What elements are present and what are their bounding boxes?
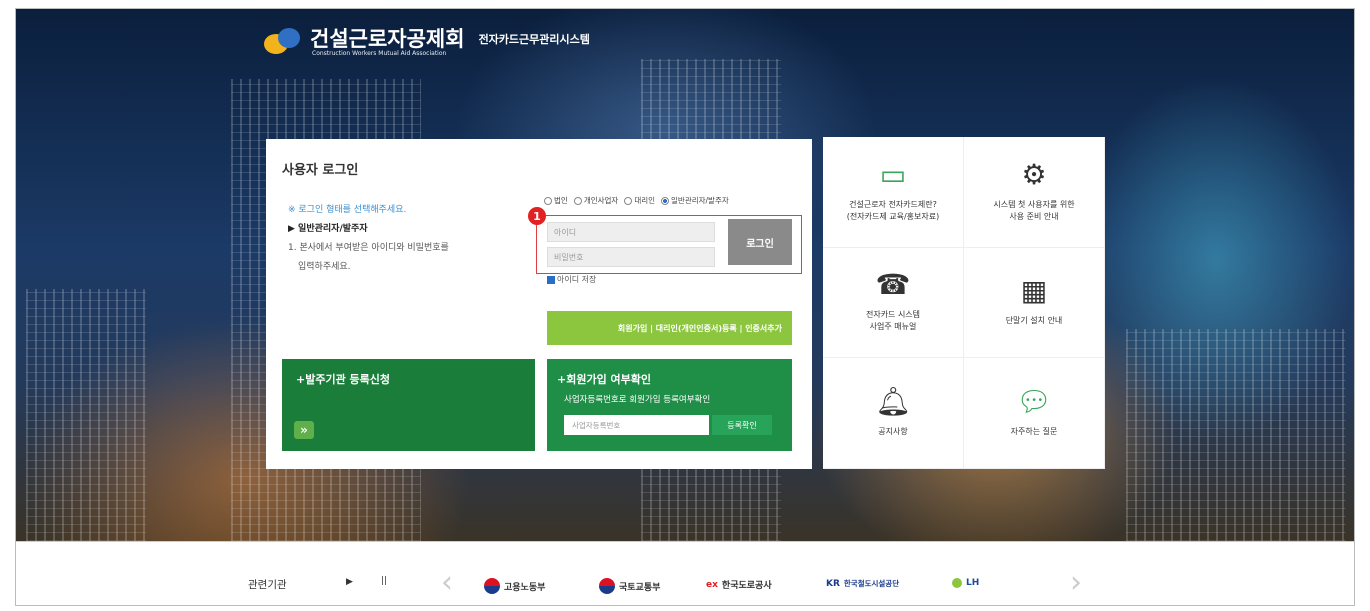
membership-check-panel: +회원가입 여부확인 사업자등록번호로 회원가입 등록여부확인 사업자등록번호 …: [547, 359, 792, 451]
terminal-icon: ▦: [1020, 274, 1048, 308]
selected-login-type: ▶ 일반관리자/발주자: [288, 224, 368, 234]
quick-menu-label: 단말기 설치 안내: [1005, 316, 1063, 326]
radio-general-manager[interactable]: 일반관리자/발주자: [661, 195, 729, 206]
remember-id-label: 아이디 저장: [557, 275, 597, 284]
login-guide: ※ 로그인 형태를 선택해주세요. ▶ 일반관리자/발주자 1. 본사에서 부여…: [288, 201, 449, 277]
related-agencies-footer: 관련기관 ▶ || ‹ 고용노동부 국토교통부 ex 한국도로공사 KR 한국철도시…: [16, 541, 1354, 605]
chevron-left-icon[interactable]: ‹: [441, 568, 453, 598]
quick-menu-first-user-guide[interactable]: ⚙ 시스템 첫 사용자를 위한 사용 준비 안내: [964, 137, 1105, 248]
quick-menu-ecard-info[interactable]: ▭ 건설근로자 전자카드제란? (전자카드제 교육/홍보자료): [823, 137, 964, 248]
taegeuk-icon: [599, 578, 615, 594]
radio-icon: [544, 196, 552, 205]
quick-menu-label: 전자카드 시스템 사업주 매뉴얼: [865, 310, 921, 332]
credentials-highlight-box: 아이디 비밀번호 로그인: [536, 215, 802, 274]
radio-corporation[interactable]: 법인: [544, 195, 568, 206]
membership-check-title: +회원가입 여부확인: [557, 373, 652, 386]
ex-logo-icon: ex: [706, 579, 718, 590]
org-link-molit[interactable]: 국토교통부: [599, 578, 660, 594]
chevron-right-icon[interactable]: ›: [1070, 568, 1082, 598]
card-icon: ▭: [879, 157, 907, 191]
quick-menu-label: 시스템 첫 사용자를 위한 사용 준비 안내: [993, 199, 1075, 221]
site-logo[interactable]: 건설근로자공제회 Construction Workers Mutual Aid…: [264, 26, 590, 58]
id-input[interactable]: 아이디: [547, 222, 715, 242]
quick-menu-notices[interactable]: 🔔︎ 공지사항: [823, 358, 964, 469]
instruction-line: 입력하주세요.: [298, 262, 351, 272]
login-button[interactable]: 로그인: [728, 219, 792, 265]
quick-menu-terminal-install[interactable]: ▦ 단말기 설치 안내: [964, 247, 1105, 359]
login-title: 사용자 로그인: [282, 163, 359, 178]
instruction-line: 1. 본사에서 부여받은 아이디와 비밀번호를: [288, 243, 449, 253]
logo-icon: [264, 26, 304, 58]
play-icon[interactable]: ▶: [346, 577, 353, 587]
quick-menu-label: 자주하는 질문: [1010, 427, 1058, 437]
radio-icon: [573, 196, 582, 205]
org-link-ex[interactable]: ex 한국도로공사: [706, 578, 772, 592]
kr-logo-icon: KR: [826, 578, 840, 589]
join-links-bar[interactable]: 회원가입 | 대리인(개인인증서)등록 | 인증서추가: [547, 311, 792, 345]
org-link-lh[interactable]: LH: [952, 578, 979, 588]
radio-checked-icon: [661, 196, 670, 205]
related-agencies-label: 관련기관: [248, 579, 287, 591]
login-panel: 사용자 로그인 ※ 로그인 형태를 선택해주세요. ▶ 일반관리자/발주자 1.…: [266, 139, 812, 469]
org-link-kr[interactable]: KR 한국철도시설공단: [826, 578, 899, 589]
radio-agent[interactable]: 대리인: [624, 195, 655, 206]
org-name: 건설근로자공제회: [310, 26, 465, 51]
registration-check-button[interactable]: 등록확인: [712, 415, 772, 435]
login-type-radios: 법인 개인사업자 대리인 일반관리자/발주자: [544, 195, 729, 206]
system-name: 전자카드근무관리시스템: [478, 33, 590, 46]
quick-menu-employer-manual[interactable]: ☎ 전자카드 시스템 사업주 매뉴얼: [823, 247, 964, 359]
chat-icon: 💬︎: [1016, 385, 1052, 419]
radio-sole-proprietor[interactable]: 개인사업자: [573, 195, 618, 206]
register-agency-title: +발주기관 등록신청: [296, 373, 391, 386]
checkbox-checked-icon: [547, 275, 555, 284]
pause-icon[interactable]: ||: [381, 576, 387, 586]
page-frame: 건설근로자공제회 Construction Workers Mutual Aid…: [15, 8, 1355, 606]
radio-icon: [624, 196, 633, 205]
gear-icon: ⚙: [1021, 157, 1047, 191]
remember-id-checkbox[interactable]: 아이디 저장: [547, 274, 596, 285]
quick-menu-label: 공지사항: [878, 427, 908, 437]
lh-logo-icon: [952, 578, 962, 588]
org-name-en: Construction Workers Mutual Aid Associat…: [312, 49, 447, 57]
password-input[interactable]: 비밀번호: [547, 247, 715, 267]
building-graphic: [26, 289, 146, 541]
bell-icon: 🔔︎: [875, 385, 911, 419]
quick-menu-grid: ▭ 건설근로자 전자카드제란? (전자카드제 교육/홍보자료) ⚙ 시스템 첫 …: [823, 137, 1105, 469]
callout-number-badge: 1: [528, 207, 546, 225]
register-agency-panel[interactable]: +발주기관 등록신청 »: [282, 359, 535, 451]
org-link-moel[interactable]: 고용노동부: [484, 578, 545, 594]
membership-check-description: 사업자등록번호로 회원가입 등록여부확인: [564, 395, 711, 405]
business-number-input[interactable]: 사업자등록번호: [564, 415, 709, 435]
double-chevron-right-icon[interactable]: »: [294, 421, 314, 439]
quick-menu-faq[interactable]: 💬︎ 자주하는 질문: [964, 358, 1105, 469]
building-graphic: [1126, 329, 1346, 541]
quick-menu-label: 건설근로자 전자카드제란? (전자카드제 교육/홍보자료): [846, 199, 940, 221]
phone-person-icon: ☎: [875, 268, 911, 302]
taegeuk-icon: [484, 578, 500, 594]
login-hint: ※ 로그인 형태를 선택해주세요.: [288, 205, 407, 215]
